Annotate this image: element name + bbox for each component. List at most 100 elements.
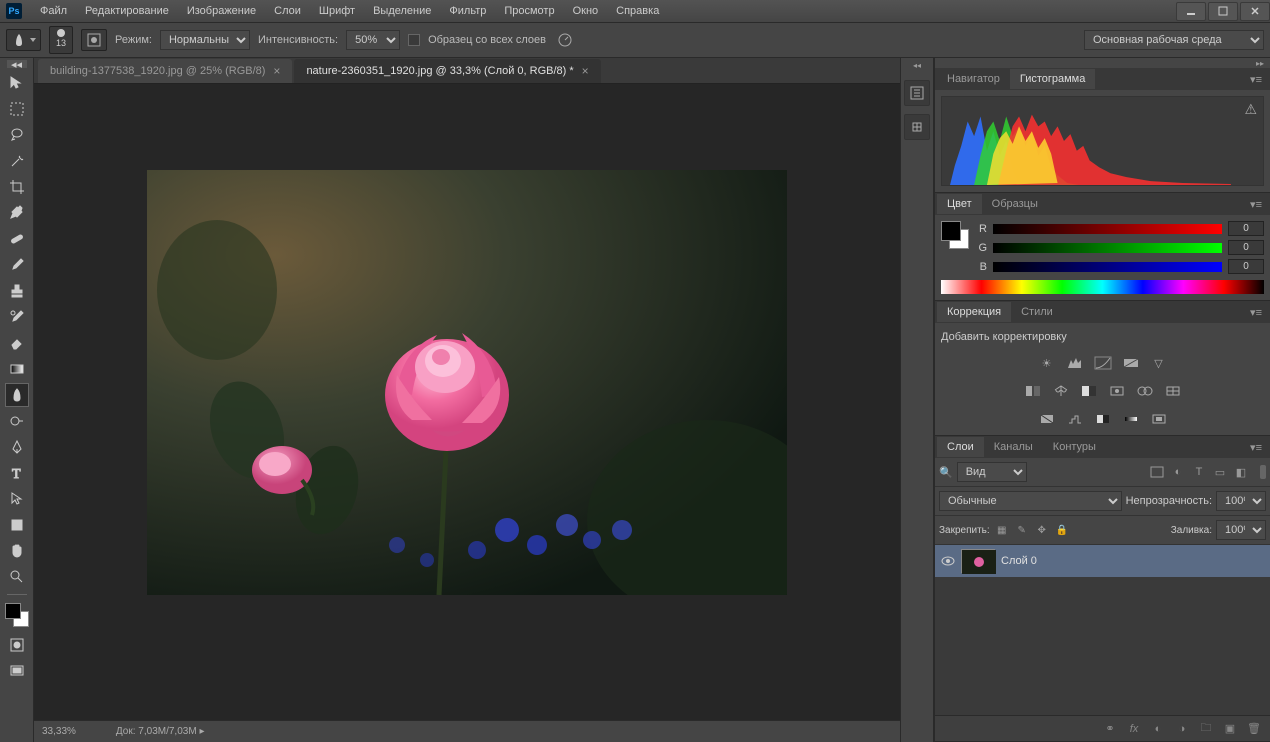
exposure-icon[interactable] <box>1120 353 1142 373</box>
stamp-tool[interactable] <box>5 279 29 303</box>
menu-help[interactable]: Справка <box>608 2 667 20</box>
adjustment-layer-icon[interactable]: ◑ <box>1174 721 1190 737</box>
brush-tool[interactable] <box>5 253 29 277</box>
dodge-tool[interactable] <box>5 409 29 433</box>
menu-view[interactable]: Просмотр <box>496 2 562 20</box>
toolbar-toggle[interactable]: ◂◂ <box>7 60 27 68</box>
lasso-tool[interactable] <box>5 123 29 147</box>
lock-position-icon[interactable]: ✥ <box>1034 522 1050 538</box>
menu-layers[interactable]: Слои <box>266 2 309 20</box>
panels-collapse[interactable]: ▸▸ <box>935 58 1270 68</box>
mask-icon[interactable]: ◐ <box>1150 721 1166 737</box>
g-value[interactable] <box>1228 240 1264 255</box>
sample-all-checkbox[interactable] <box>408 34 420 46</box>
blur-tool[interactable] <box>5 383 29 407</box>
zoom-tool[interactable] <box>5 565 29 589</box>
dock-expand[interactable]: ◂◂ <box>907 62 927 68</box>
panel-menu-icon[interactable]: ▾≡ <box>1244 71 1268 88</box>
opacity-value[interactable]: 100% <box>1216 491 1266 511</box>
lock-transparent-icon[interactable]: ▦ <box>994 522 1010 538</box>
shape-tool[interactable] <box>5 513 29 537</box>
brush-panel-toggle[interactable] <box>81 29 107 51</box>
delete-icon[interactable]: 🗑 <box>1246 721 1262 737</box>
tab-color[interactable]: Цвет <box>937 194 982 214</box>
close-icon[interactable]: × <box>273 64 280 78</box>
mixer-icon[interactable] <box>1134 381 1156 401</box>
r-slider[interactable] <box>993 224 1222 234</box>
blend-mode-select[interactable]: Нормальный <box>160 30 250 50</box>
filter-shape-icon[interactable]: ▭ <box>1211 464 1229 480</box>
panel-menu-icon[interactable]: ▾≡ <box>1244 304 1268 321</box>
r-value[interactable] <box>1228 221 1264 236</box>
gradient-map-icon[interactable] <box>1120 409 1142 429</box>
wand-tool[interactable] <box>5 149 29 173</box>
properties-panel-icon[interactable] <box>904 114 930 140</box>
layer-thumbnail[interactable] <box>961 549 995 573</box>
maximize-button[interactable] <box>1208 2 1238 21</box>
b-value[interactable] <box>1228 259 1264 274</box>
zoom-readout[interactable]: 33,33% <box>42 726 76 737</box>
history-brush-tool[interactable] <box>5 305 29 329</box>
hand-tool[interactable] <box>5 539 29 563</box>
move-tool[interactable] <box>5 71 29 95</box>
filter-toggle[interactable] <box>1260 465 1266 479</box>
group-icon[interactable]: 🗀 <box>1198 721 1214 737</box>
history-panel-icon[interactable] <box>904 80 930 106</box>
menu-file[interactable]: Файл <box>32 2 75 20</box>
bw-icon[interactable] <box>1078 381 1100 401</box>
menu-select[interactable]: Выделение <box>365 2 439 20</box>
filter-smart-icon[interactable]: ◧ <box>1232 464 1250 480</box>
levels-icon[interactable] <box>1064 353 1086 373</box>
type-tool[interactable]: T <box>5 461 29 485</box>
filter-adjust-icon[interactable]: ◐ <box>1169 464 1187 480</box>
blend-mode[interactable]: Обычные <box>939 491 1122 511</box>
gradient-tool[interactable] <box>5 357 29 381</box>
filter-type-icon[interactable]: T <box>1190 464 1208 480</box>
crop-tool[interactable] <box>5 175 29 199</box>
posterize-icon[interactable] <box>1064 409 1086 429</box>
screenmode-tool[interactable] <box>5 659 29 683</box>
color-swatch[interactable] <box>5 603 29 627</box>
close-icon[interactable]: × <box>582 64 589 78</box>
tab-channels[interactable]: Каналы <box>984 437 1043 457</box>
canvas-area[interactable] <box>34 84 900 720</box>
brush-preset[interactable]: 13 <box>49 26 73 54</box>
vibrance-icon[interactable]: ▽ <box>1148 353 1170 373</box>
panel-menu-icon[interactable]: ▾≡ <box>1244 196 1268 213</box>
tab-swatches[interactable]: Образцы <box>982 194 1048 214</box>
tab-inactive[interactable]: building-1377538_1920.jpg @ 25% (RGB/8)× <box>38 59 292 83</box>
heal-tool[interactable] <box>5 227 29 251</box>
photo-filter-icon[interactable] <box>1106 381 1128 401</box>
minimize-button[interactable] <box>1176 2 1206 21</box>
warning-icon[interactable]: ⚠ <box>1244 101 1257 118</box>
marquee-tool[interactable] <box>5 97 29 121</box>
eraser-tool[interactable] <box>5 331 29 355</box>
layer-item[interactable]: Cлой 0 <box>935 545 1270 577</box>
b-slider[interactable] <box>993 262 1222 272</box>
menu-edit[interactable]: Редактирование <box>77 2 177 20</box>
menu-image[interactable]: Изображение <box>179 2 264 20</box>
layer-filter-kind[interactable]: Вид <box>957 462 1027 482</box>
tab-adjustments[interactable]: Коррекция <box>937 302 1011 322</box>
visibility-icon[interactable] <box>941 554 955 568</box>
hue-icon[interactable] <box>1022 381 1044 401</box>
close-button[interactable] <box>1240 2 1270 21</box>
path-select-tool[interactable] <box>5 487 29 511</box>
tool-preset-icon[interactable] <box>6 29 41 51</box>
invert-icon[interactable] <box>1036 409 1058 429</box>
workspace-select[interactable]: Основная рабочая среда <box>1084 30 1264 50</box>
threshold-icon[interactable] <box>1092 409 1114 429</box>
layer-name[interactable]: Cлой 0 <box>1001 555 1037 567</box>
menu-window[interactable]: Окно <box>565 2 607 20</box>
g-slider[interactable] <box>993 243 1222 253</box>
tab-layers[interactable]: Cлои <box>937 437 984 457</box>
new-layer-icon[interactable]: ▣ <box>1222 721 1238 737</box>
eyedropper-tool[interactable] <box>5 201 29 225</box>
tab-styles[interactable]: Стили <box>1011 302 1063 322</box>
flow-select[interactable]: 50% <box>346 30 400 50</box>
pen-tool[interactable] <box>5 435 29 459</box>
tab-histogram[interactable]: Гистограмма <box>1010 69 1096 89</box>
lookup-icon[interactable] <box>1162 381 1184 401</box>
lock-all-icon[interactable]: 🔒 <box>1054 522 1070 538</box>
balance-icon[interactable] <box>1050 381 1072 401</box>
